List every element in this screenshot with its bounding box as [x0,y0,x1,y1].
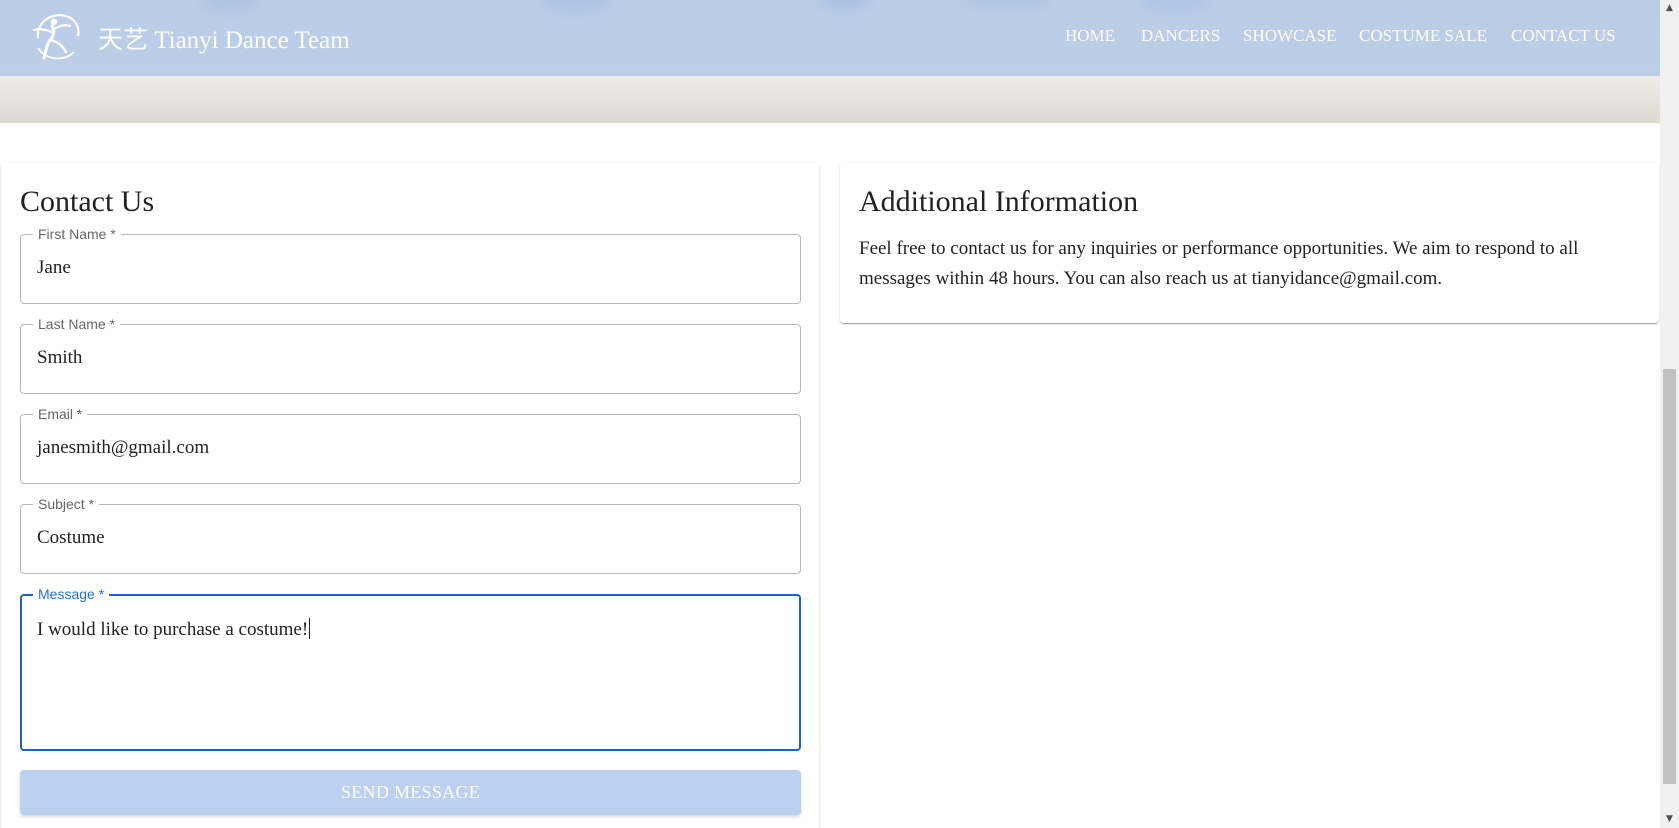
page-scrollbar[interactable]: ▲ ▼ [1660,0,1679,828]
nav-home[interactable]: HOME [1065,26,1115,46]
nav-contact-us[interactable]: CONTACT US [1511,26,1616,46]
hero-banner: 天艺 Tianyi Dance Team HOME DANCERS SHOWCA… [0,0,1660,123]
nav-dancers[interactable]: DANCERS [1141,26,1220,46]
nav-costume-sale[interactable]: COSTUME SALE [1359,26,1487,46]
send-message-button[interactable]: SEND MESSAGE [20,770,801,815]
scroll-up-arrow-icon[interactable]: ▲ [1660,0,1679,17]
first-name-label: First Name * [33,225,121,243]
subject-value[interactable]: Costume [37,527,784,549]
email-field[interactable]: Email * janesmith@gmail.com [20,405,801,484]
additional-info-card: Additional Information Feel free to cont… [840,163,1659,323]
contact-form-title: Contact Us [20,185,155,218]
message-label: Message * [33,585,110,603]
additional-info-title: Additional Information [859,185,1139,218]
nav-showcase[interactable]: SHOWCASE [1243,26,1337,46]
last-name-field[interactable]: Last Name * Smith [20,315,801,394]
text-caret [309,618,311,639]
message-textarea[interactable]: I would like to purchase a costume! [37,618,783,641]
main-nav: HOME DANCERS SHOWCASE COSTUME SALE CONTA… [0,26,1660,50]
first-name-field[interactable]: First Name * Jane [20,225,801,304]
contact-form-card: Contact Us First Name * Jane Last Name *… [1,163,819,828]
last-name-value[interactable]: Smith [37,347,784,369]
scrollbar-thumb[interactable] [1663,369,1676,784]
email-value[interactable]: janesmith@gmail.com [37,437,784,459]
message-field[interactable]: Message * I would like to purchase a cos… [20,585,801,751]
last-name-label: Last Name * [33,315,121,333]
email-label: Email * [33,405,88,423]
scroll-down-arrow-icon[interactable]: ▼ [1660,811,1679,828]
navbar: 天艺 Tianyi Dance Team HOME DANCERS SHOWCA… [0,0,1660,76]
message-value: I would like to purchase a costume! [37,619,309,640]
first-name-value[interactable]: Jane [37,257,784,279]
subject-label: Subject * [33,495,100,513]
subject-field[interactable]: Subject * Costume [20,495,801,574]
additional-info-text: Feel free to contact us for any inquirie… [859,238,1579,289]
